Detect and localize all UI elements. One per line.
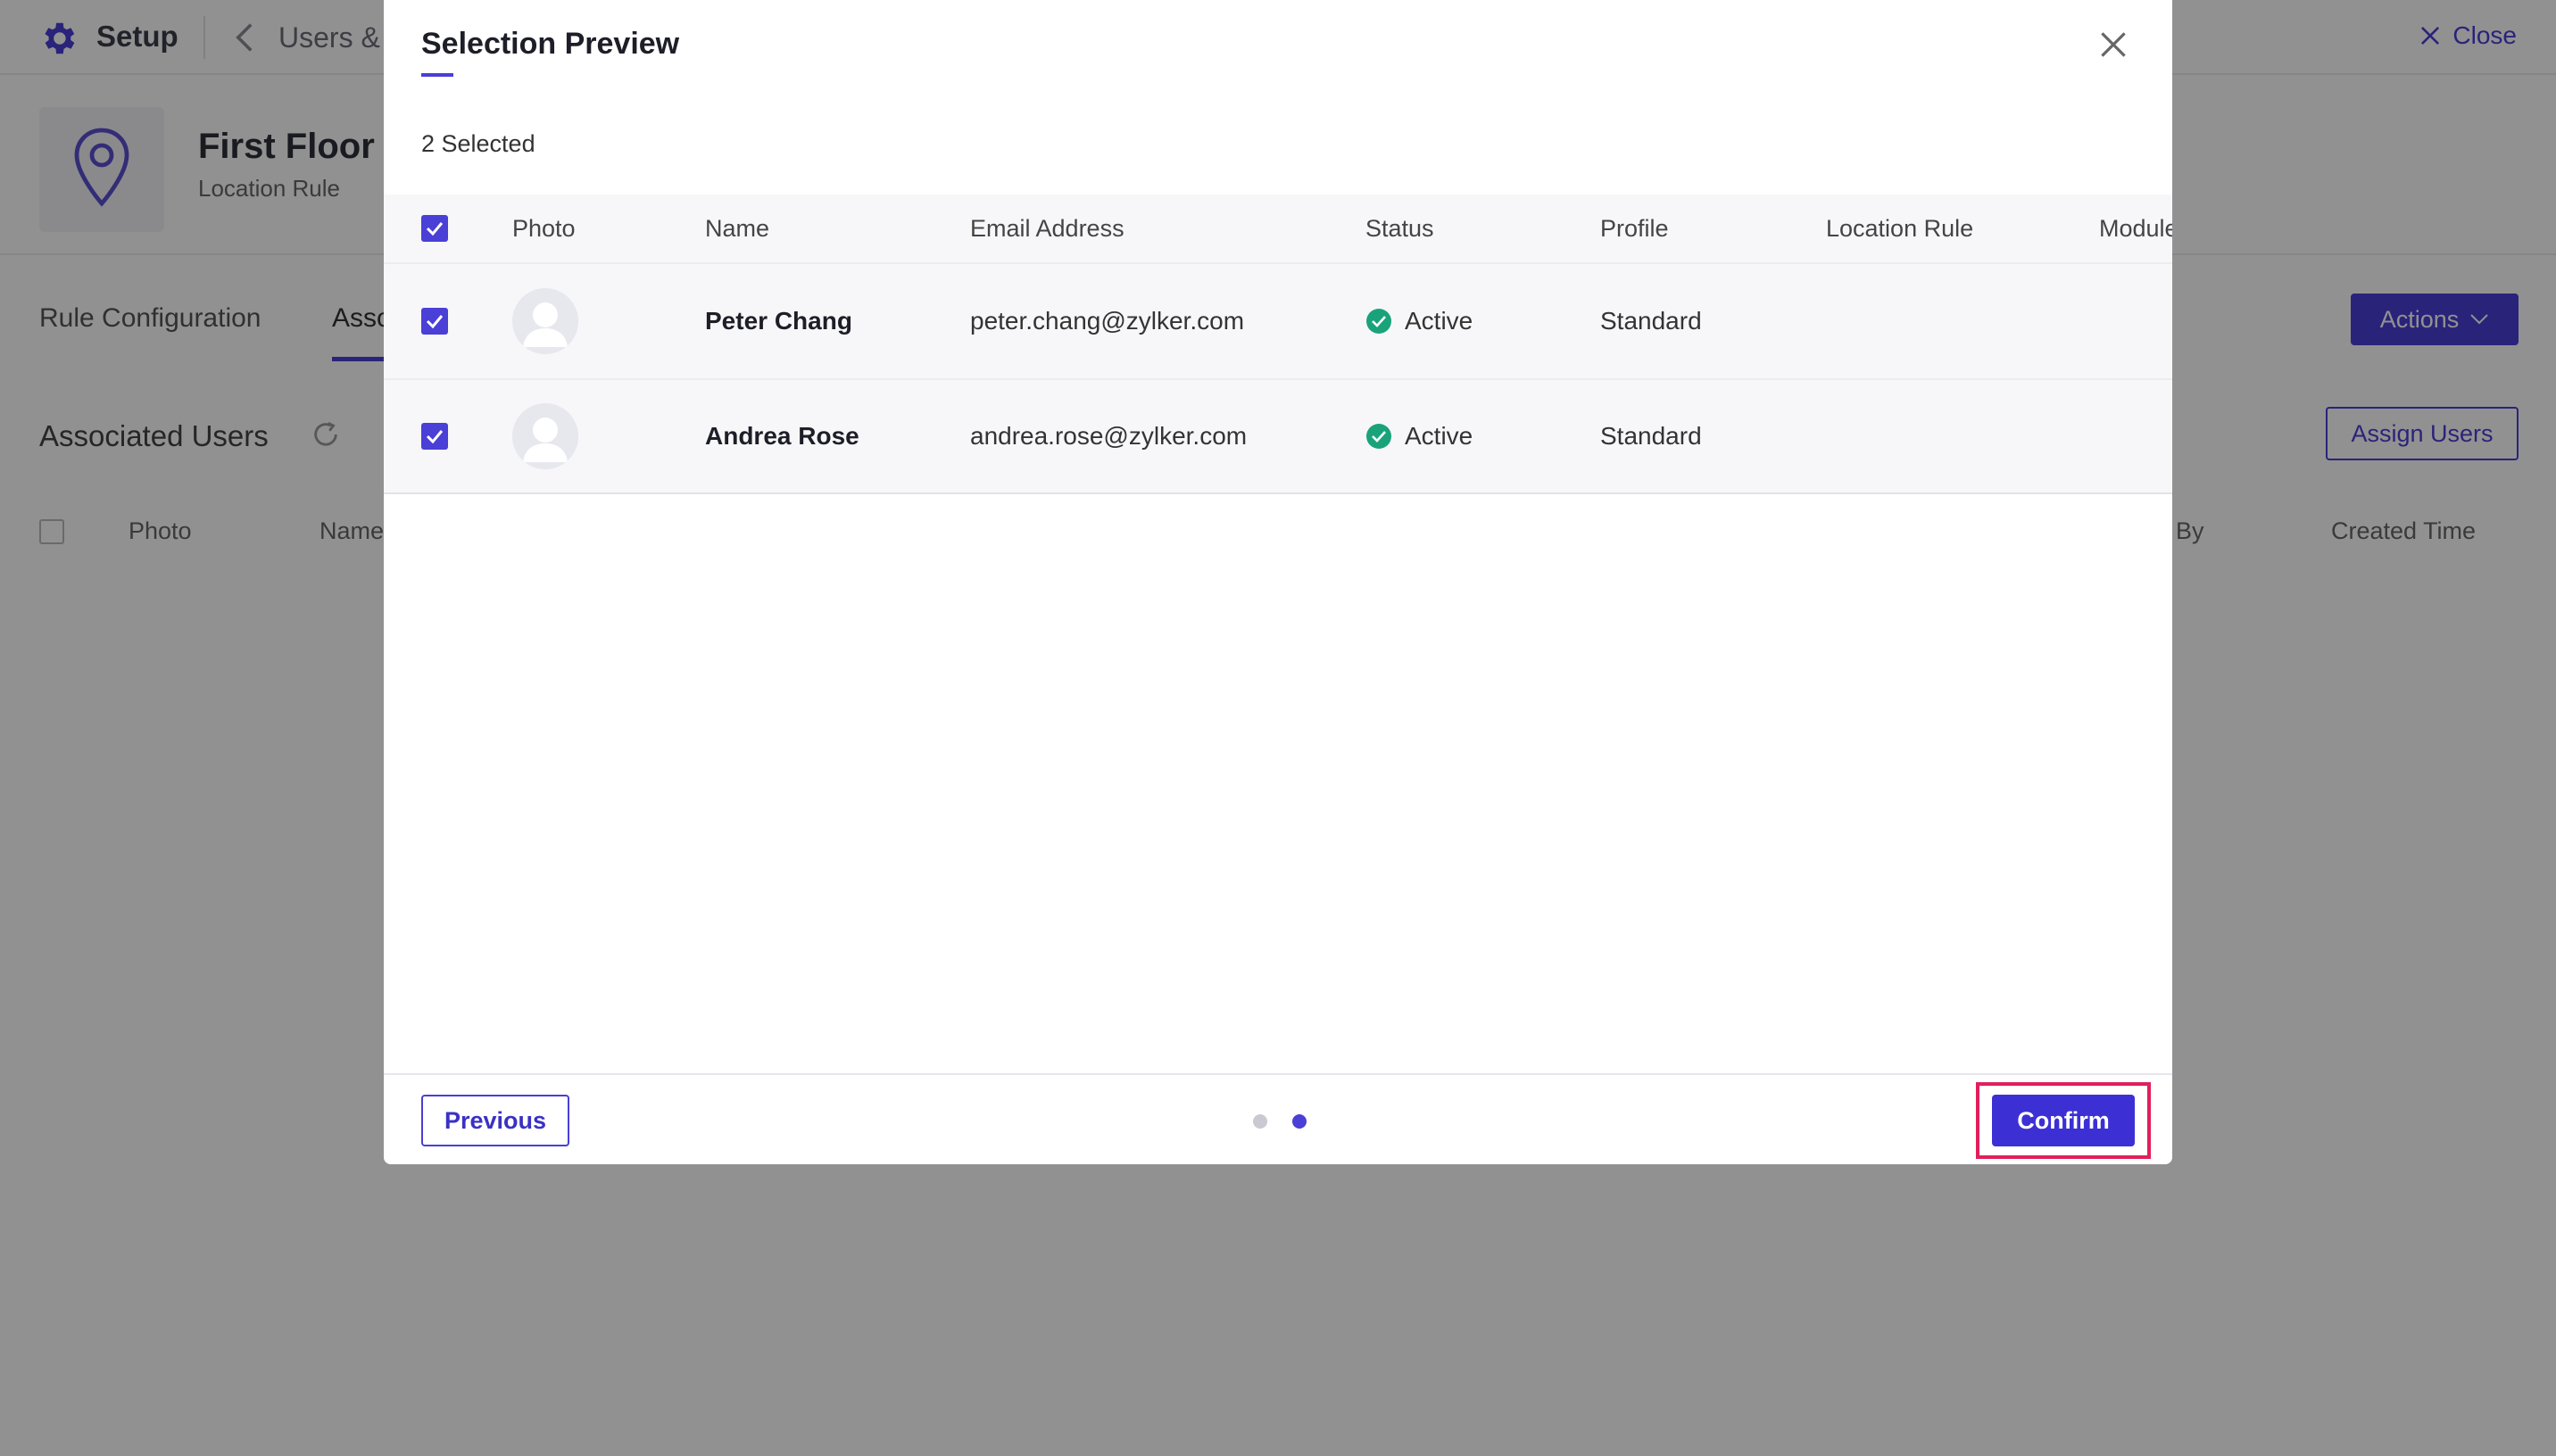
check-icon xyxy=(426,315,444,329)
step-dot-2-active xyxy=(1292,1114,1307,1129)
user-profile: Standard xyxy=(1600,307,1702,335)
col-name: Name xyxy=(705,214,770,242)
col-status: Status xyxy=(1365,214,1434,242)
status-label: Active xyxy=(1405,307,1473,335)
confirm-button[interactable]: Confirm xyxy=(1992,1095,2135,1146)
check-circle-icon xyxy=(1366,309,1391,334)
title-underline xyxy=(421,73,453,77)
row-checkbox[interactable] xyxy=(421,308,448,335)
selection-preview-modal: Selection Preview 2 Selected Photo Name … xyxy=(384,0,2172,1164)
col-location-rule: Location Rule xyxy=(1826,214,1974,242)
check-circle-icon xyxy=(1366,424,1391,449)
col-profile: Profile xyxy=(1600,214,1669,242)
table-header: Photo Name Email Address Status Profile … xyxy=(384,194,2172,262)
table-row[interactable]: Peter Chang peter.chang@zylker.com Activ… xyxy=(384,262,2172,378)
check-icon xyxy=(426,222,444,236)
select-all-checkbox[interactable] xyxy=(421,215,448,242)
avatar xyxy=(512,403,578,469)
modal-title: Selection Preview xyxy=(421,27,680,61)
previous-button[interactable]: Previous xyxy=(421,1095,569,1146)
status-label: Active xyxy=(1405,422,1473,450)
col-module: Module xyxy=(2099,214,2172,242)
row-checkbox-cell[interactable] xyxy=(421,380,448,492)
avatar xyxy=(512,288,578,354)
col-email: Email Address xyxy=(970,214,1124,242)
selection-table: Photo Name Email Address Status Profile … xyxy=(384,194,2172,494)
photo-cell xyxy=(512,264,578,378)
check-icon xyxy=(426,430,444,444)
user-name: Andrea Rose xyxy=(705,422,859,450)
photo-cell xyxy=(512,380,578,492)
modal-footer: Previous Confirm xyxy=(384,1073,2172,1164)
user-name: Peter Chang xyxy=(705,307,852,335)
close-icon[interactable] xyxy=(2097,29,2129,61)
selected-count: 2 Selected xyxy=(421,130,535,157)
user-email: andrea.rose@zylker.com xyxy=(970,422,1248,450)
user-profile: Standard xyxy=(1600,422,1702,450)
header-checkbox-cell[interactable] xyxy=(421,194,448,262)
col-photo: Photo xyxy=(512,214,576,242)
user-placeholder-icon xyxy=(512,288,578,354)
user-status: Active xyxy=(1365,264,1473,378)
step-dot-1 xyxy=(1253,1114,1267,1129)
user-placeholder-icon xyxy=(512,403,578,469)
user-status: Active xyxy=(1365,380,1473,492)
user-email: peter.chang@zylker.com xyxy=(970,307,1245,335)
table-row[interactable]: Andrea Rose andrea.rose@zylker.com Activ… xyxy=(384,378,2172,494)
row-checkbox-cell[interactable] xyxy=(421,264,448,378)
row-checkbox[interactable] xyxy=(421,423,448,450)
